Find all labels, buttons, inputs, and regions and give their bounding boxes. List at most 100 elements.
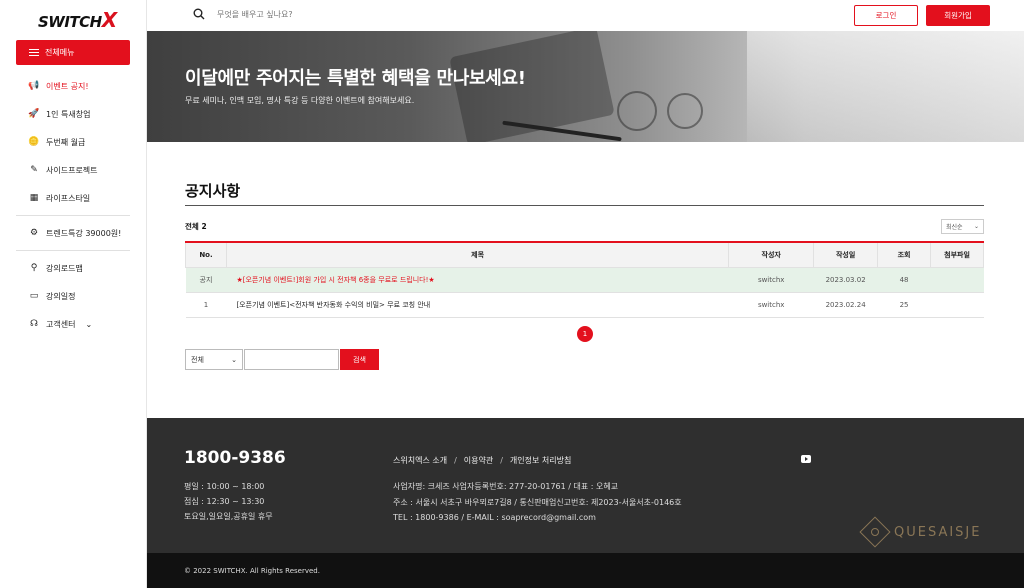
row-title-link[interactable]: [오픈기념 이벤트]<전자책 반자동화 수익의 비밀> 무료 코칭 안내 xyxy=(226,292,729,318)
youtube-icon[interactable] xyxy=(801,455,811,463)
sort-label: 최신순 xyxy=(946,224,963,231)
link-separator: / xyxy=(500,456,503,465)
sort-select[interactable]: 최신순 ⌄ xyxy=(941,219,984,234)
sidebar-item-trend-lecture[interactable]: ⚙ 트렌드특강 39000원! xyxy=(16,219,130,247)
search-input[interactable] xyxy=(217,6,417,22)
logo[interactable]: SWITCHX xyxy=(38,8,117,32)
all-menu-label: 전체메뉴 xyxy=(45,48,75,57)
row-date: 2023.03.02 xyxy=(813,267,878,293)
logo-x: X xyxy=(101,8,117,32)
sidebar-item-side-project[interactable]: ✎ 사이드프로젝트 xyxy=(16,156,130,184)
col-views: 조회 xyxy=(877,241,932,268)
row-date: 2023.02.24 xyxy=(813,292,878,318)
hero-banner: 이달에만 주어지는 특별한 혜택을 만나보세요! 무료 세미나, 인맥 모임, … xyxy=(147,31,1024,142)
row-attachment xyxy=(930,292,984,318)
gear-icon: ⚙ xyxy=(29,228,39,238)
hours-closed: 토요일,일요일,공휴일 휴무 xyxy=(184,512,273,521)
puzzle-icon: ✎ xyxy=(30,165,38,175)
board-search-button[interactable]: 검색 xyxy=(340,349,379,370)
sidebar-item-label: 라이프스타일 xyxy=(46,193,91,203)
sidebar-item-second-salary[interactable]: 🪙 두번째 월급 xyxy=(16,128,130,156)
row-author: switchx xyxy=(728,292,814,318)
signup-button[interactable]: 회원가입 xyxy=(926,5,990,26)
sidebar-item-customer-center[interactable]: ☊ 고객센터 ⌄ xyxy=(16,310,130,338)
sidebar-item-label: 두번째 월급 xyxy=(46,137,86,147)
logo-text: SWITCH xyxy=(38,13,102,31)
footer-link-terms[interactable]: 이용약관 xyxy=(464,456,493,465)
hamburger-icon xyxy=(29,47,39,58)
total-label: 전체 xyxy=(185,222,199,231)
sidebar-item-event-notice[interactable]: 📢 이벤트 공지! xyxy=(16,72,130,100)
link-separator: / xyxy=(454,456,457,465)
page-title: 공지사항 xyxy=(185,182,241,200)
sidebar-item-label: 강의일정 xyxy=(46,291,76,301)
banner-image-glasses-right xyxy=(667,93,703,129)
footer-hours: 평일 : 10:00 ~ 18:00 점심 : 12:30 ~ 13:30 토요… xyxy=(184,479,273,524)
search-icon[interactable] xyxy=(193,8,205,20)
footer-brand-logo: QUESAISJE xyxy=(859,516,982,548)
hours-weekday: 평일 : 10:00 ~ 18:00 xyxy=(184,482,265,491)
notice-board: 공지사항 전체 2 최신순 ⌄ No. 제목 작성자 작성일 조회 첨부파일 공지… xyxy=(147,142,1024,418)
table-row[interactable]: 1 [오픈기념 이벤트]<전자책 반자동화 수익의 비밀> 무료 코칭 안내 s… xyxy=(185,292,984,318)
title-divider xyxy=(185,205,984,206)
brand-name: QUESAISJE xyxy=(894,524,982,540)
row-author: switchx xyxy=(728,267,814,293)
footer-links: 스위치엑스 소개 / 이용약관 / 개인정보 처리방침 xyxy=(393,455,571,466)
col-title: 제목 xyxy=(225,241,730,268)
search-scope-select[interactable]: 전체 ⌄ xyxy=(185,349,243,370)
sidebar-item-label: 트렌드특강 39000원! xyxy=(46,228,122,238)
megaphone-icon: 📢 xyxy=(28,81,40,91)
row-views: 48 xyxy=(877,267,931,293)
col-attachment: 첨부파일 xyxy=(930,241,984,268)
col-author: 작성자 xyxy=(728,241,815,268)
chevron-down-icon: ⌄ xyxy=(973,223,979,230)
total-count: 전체 2 xyxy=(185,221,207,232)
footer: 1800-9386 평일 : 10:00 ~ 18:00 점심 : 12:30 … xyxy=(147,418,1024,553)
hours-lunch: 점심 : 12:30 ~ 13:30 xyxy=(184,497,265,506)
sidebar-item-startup[interactable]: 🚀 1인 특새창업 xyxy=(16,100,130,128)
calendar-icon: ▭ xyxy=(29,291,39,301)
row-attachment xyxy=(930,267,984,293)
chevron-down-icon: ⌄ xyxy=(85,319,93,329)
footer-company-info: 사업자명: 크세즈 사업자등록번호: 277-20-01761 / 대표 : 오… xyxy=(393,479,682,526)
chevron-down-icon: ⌄ xyxy=(231,355,237,364)
all-menu-button[interactable]: 전체메뉴 xyxy=(16,40,130,65)
banner-title: 이달에만 주어지는 특별한 혜택을 만나보세요! xyxy=(185,68,526,89)
diamond-logo-icon xyxy=(859,516,891,548)
board-search-input[interactable] xyxy=(244,349,339,370)
company-contact: TEL : 1800-9386 / E-MAIL : soaprecord@gm… xyxy=(393,513,596,522)
coin-icon: 🪙 xyxy=(28,137,40,147)
copyright-bar: © 2022 SWITCHX. All Rights Reserved. xyxy=(147,553,1024,588)
sidebar-item-schedule[interactable]: ▭ 강의일정 xyxy=(16,282,130,310)
company-registration: 사업자명: 크세즈 사업자등록번호: 277-20-01761 / 대표 : 오… xyxy=(393,482,619,491)
app-root: SWITCHX 전체메뉴 📢 이벤트 공지! 🚀 1인 특새창업 🪙 두번째 월… xyxy=(0,0,1024,588)
headset-icon: ☊ xyxy=(30,319,38,329)
footer-link-about[interactable]: 스위치엑스 소개 xyxy=(393,456,447,465)
total-number: 2 xyxy=(201,222,207,231)
notice-table: No. 제목 작성자 작성일 조회 첨부파일 공지 ★[오픈기념 이벤트!]회원… xyxy=(185,241,984,318)
roadmap-icon: ⚲ xyxy=(30,263,38,273)
row-title-link[interactable]: ★[오픈기념 이벤트!]회원 가입 시 전자책 6종을 무료로 드립니다!★ xyxy=(226,267,729,293)
sidebar-item-lifestyle[interactable]: ▦ 라이프스타일 xyxy=(16,184,130,212)
table-header-row: No. 제목 작성자 작성일 조회 첨부파일 xyxy=(185,241,984,268)
row-no: 1 xyxy=(185,292,227,318)
company-address: 주소 : 서울시 서초구 바우뫼로7길8 / 통신판매업신고번호: 제2023-… xyxy=(393,497,682,507)
col-no: No. xyxy=(185,241,227,268)
copyright-text: © 2022 SWITCHX. All Rights Reserved. xyxy=(184,566,320,575)
search-scope-label: 전체 xyxy=(191,355,204,364)
rocket-icon: 🚀 xyxy=(28,109,40,119)
table-row[interactable]: 공지 ★[오픈기념 이벤트!]회원 가입 시 전자책 6종을 무료로 드립니다!… xyxy=(185,267,984,293)
qr-icon: ▦ xyxy=(29,193,39,203)
sidebar-item-label: 강의로드맵 xyxy=(46,263,83,273)
banner-subtitle: 무료 세미나, 인맥 모임, 명사 특강 등 다양한 이벤트에 참여해보세요. xyxy=(185,96,415,105)
sidebar-item-label: 사이드프로젝트 xyxy=(46,165,98,175)
nav-divider xyxy=(16,215,130,216)
page-button-current[interactable]: 1 xyxy=(577,326,593,342)
col-date: 작성일 xyxy=(813,241,879,268)
login-button[interactable]: 로그인 xyxy=(854,5,918,26)
sidebar-item-roadmap[interactable]: ⚲ 강의로드맵 xyxy=(16,254,130,282)
row-no: 공지 xyxy=(185,267,227,293)
footer-link-privacy[interactable]: 개인정보 처리방침 xyxy=(510,456,571,465)
nav-divider xyxy=(16,250,130,251)
sidebar-item-label: 1인 특새창업 xyxy=(46,109,91,119)
